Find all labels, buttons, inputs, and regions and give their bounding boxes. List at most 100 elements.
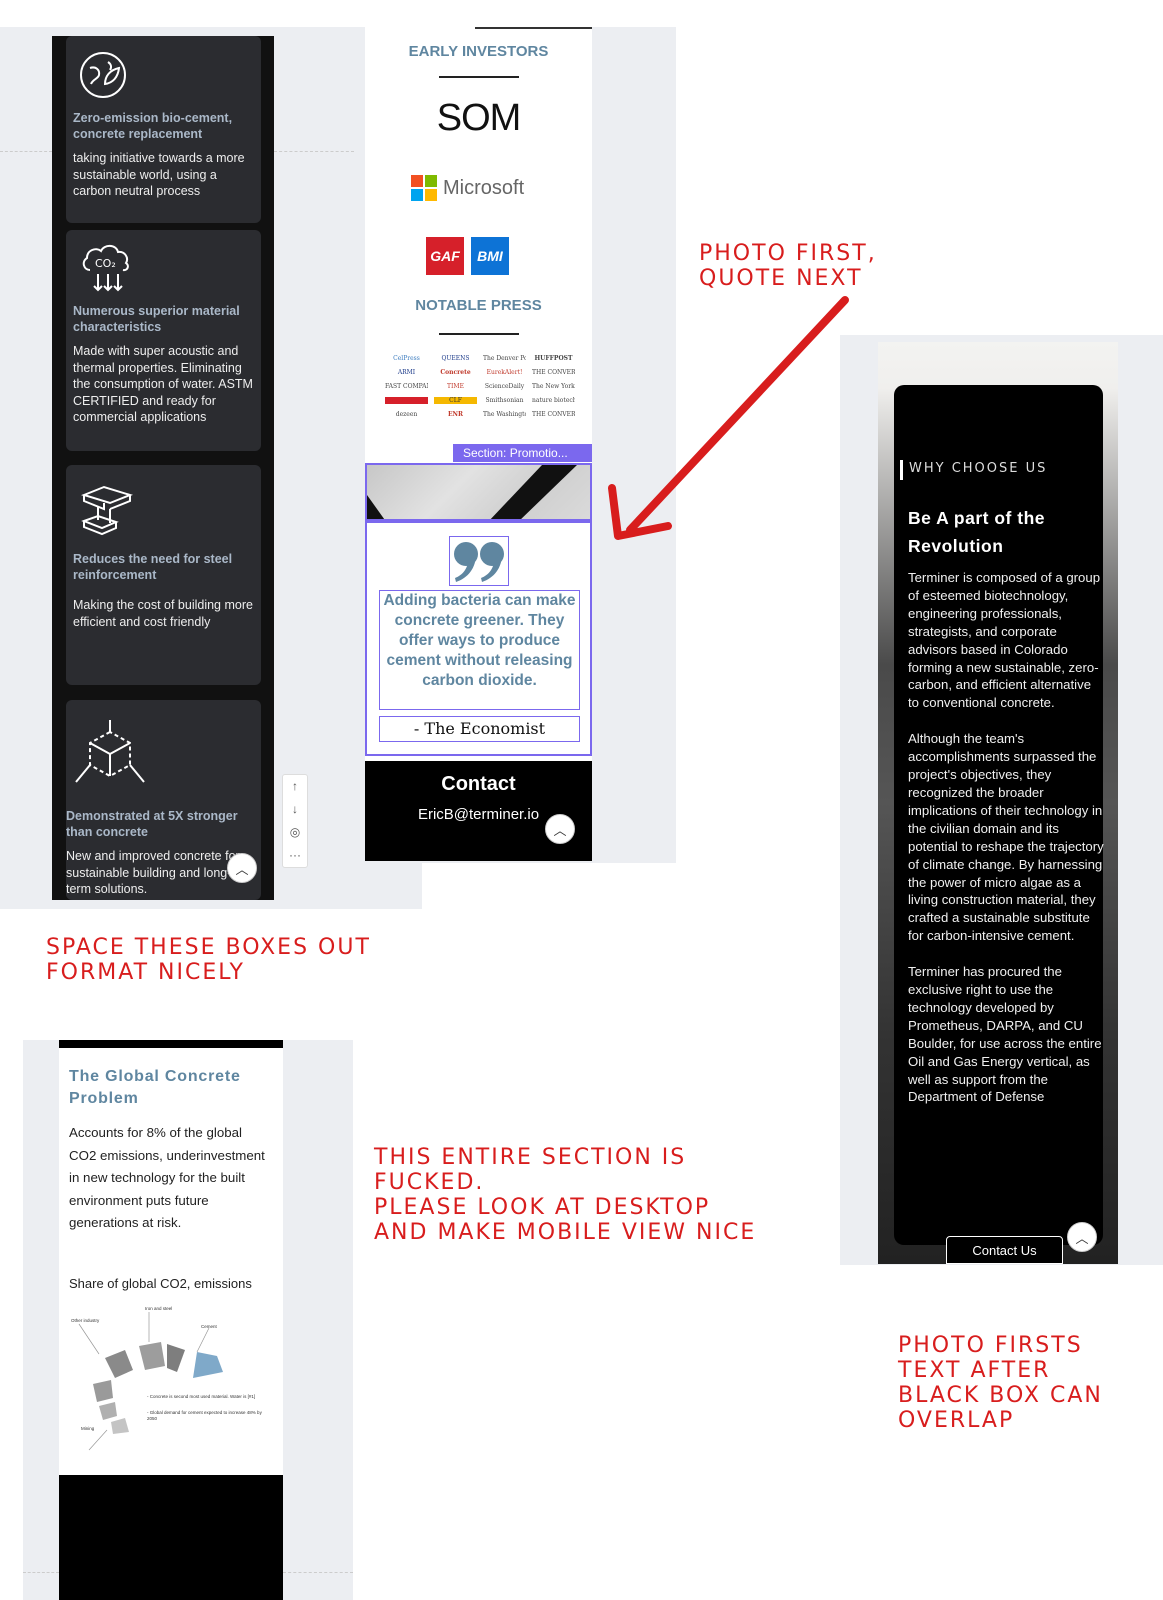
press-logo: ENR (447, 411, 464, 418)
press-logo: nature biotechnology (532, 397, 575, 404)
scroll-to-top-button[interactable]: ︿ (545, 814, 575, 844)
card-body: Made with super acoustic and thermal pro… (73, 344, 253, 424)
eyebrow-label: WHY CHOOSE US (909, 461, 1048, 476)
quote-mark-icon (449, 536, 509, 586)
problem-heading: The Global Concrete Problem (69, 1068, 241, 1107)
mobile-preview-problem: The Global Concrete Problem Accounts for… (59, 1040, 283, 1600)
concrete-photo[interactable] (365, 463, 592, 521)
press-logo: THE CONVERSATION (532, 369, 575, 376)
microsoft-logo: Microsoft (411, 175, 561, 201)
chart-label: Iron and steel (145, 1306, 173, 1311)
more-icon[interactable]: ··· (289, 844, 301, 867)
press-logo-grid: CelPress QUEENS The Denver Post HUFFPOST… (385, 355, 575, 418)
microsoft-icon (411, 175, 437, 201)
press-logo: dezeen (395, 411, 418, 418)
card-title: Numerous superior material characteristi… (73, 304, 240, 334)
microsoft-wordmark: Microsoft (443, 176, 525, 199)
bmi-logo: BMI (471, 237, 509, 275)
chart-caption: Share of global CO2, emissions (69, 1276, 252, 1291)
element-toolbar: ↑ ↓ ◎ ··· (282, 774, 308, 868)
problem-body: Accounts for 8% of the global CO2 emissi… (69, 1125, 265, 1230)
card-title: Reduces the need for steel reinforcement (73, 552, 233, 582)
annotation-photo-first-quote: PHOTO FIRST, QUOTE NEXT (699, 241, 877, 291)
chevron-up-icon: ︿ (553, 822, 567, 838)
cube-icon (74, 718, 146, 789)
chart-label: Cement (201, 1324, 217, 1329)
move-up-icon[interactable]: ↑ (292, 775, 298, 798)
press-logo: ARMI (397, 369, 416, 376)
annotation-space-boxes: SPACE THESE BOXES OUT FORMAT NICELY (46, 935, 371, 985)
feature-card[interactable]: Zero-emission bio-cement, concrete repla… (66, 36, 261, 223)
press-logo: THE CONVERSATION (532, 411, 575, 418)
svg-text:CO₂: CO₂ (95, 257, 116, 270)
press-logo: ScienceDaily (484, 383, 525, 390)
guide-line (0, 151, 52, 152)
accent-bar (900, 460, 903, 480)
press-logo: TIME (447, 383, 464, 390)
section-heading: Be A part of the Revolution (908, 508, 1045, 556)
gaf-logo: GAF (426, 237, 464, 275)
press-logo: HUFFPOST (534, 355, 573, 362)
emissions-chart-image: Other industry Iron and steel Cement Min… (59, 1302, 283, 1472)
guide-line (283, 1572, 353, 1573)
body-paragraph: Terminer has procured the exclusive righ… (908, 964, 1102, 1105)
footer-block (59, 1475, 283, 1600)
divider (439, 333, 519, 335)
annotation-photo-firsts: PHOTO FIRSTS TEXT AFTER BLACK BOX CAN OV… (898, 1333, 1103, 1433)
press-logo: The Washington Post (483, 411, 526, 418)
red-arrow-annotation (608, 296, 849, 540)
notable-press-heading: NOTABLE PRESS (415, 297, 542, 314)
press-logo: CelPress (393, 355, 420, 362)
top-bar (59, 1040, 283, 1048)
body-paragraph: Although the team's accomplishments surp… (908, 731, 1104, 944)
press-logo: FAST COMPANY (385, 383, 428, 390)
chevron-up-icon: ︿ (1075, 1230, 1089, 1246)
leaf-globe-icon (78, 50, 128, 105)
quote-text: Adding bacteria can make concrete greene… (379, 590, 580, 710)
hide-icon[interactable]: ◎ (290, 821, 300, 844)
press-logo: Smithsonian (385, 397, 428, 404)
som-logo: SOM (436, 97, 522, 139)
early-investors-heading: EARLY INVESTORS (408, 43, 549, 60)
contact-section: Contact EricB@terminer.io (365, 761, 592, 861)
top-divider (475, 27, 592, 29)
chart-note: - Global demand for cement expected to i… (147, 1410, 262, 1421)
move-down-icon[interactable]: ↓ (292, 798, 298, 821)
feature-card[interactable]: Reduces the need for steel reinforcement… (66, 465, 261, 685)
why-choose-us-card: WHY CHOOSE US Be A part of the Revolutio… (894, 385, 1104, 1245)
card-body: New and improved concrete for sustainabl… (66, 849, 240, 896)
divider (439, 76, 519, 78)
chart-note: - Concrete is second most used material.… (147, 1394, 256, 1399)
section-label-tag[interactable]: Section: Promotio... (453, 444, 592, 462)
guide-line (23, 1572, 59, 1573)
chevron-up-icon: ︿ (235, 861, 249, 877)
contact-heading: Contact (441, 773, 516, 795)
annotation-entire-section: THIS ENTIRE SECTION IS FUCKED. PLEASE LO… (374, 1145, 757, 1245)
feature-card[interactable]: CO₂ Numerous superior material character… (66, 230, 261, 451)
chart-label: Mining (81, 1426, 95, 1431)
co2-cloud-icon: CO₂ (78, 242, 138, 299)
card-body: taking initiative towards a more sustain… (73, 151, 245, 198)
scroll-to-top-button[interactable]: ︿ (227, 853, 257, 883)
body-paragraph: Terminer is composed of a group of estee… (908, 570, 1101, 711)
card-title: Demonstrated at 5X stronger than concret… (66, 809, 238, 839)
concrete-stripes (367, 465, 577, 519)
quote-source: - The Economist (379, 716, 580, 742)
press-logo: Smithsonian (485, 397, 524, 404)
why-body: Terminer is composed of a group of estee… (908, 569, 1104, 1124)
press-logo: CLF (434, 397, 477, 404)
guide-line (274, 151, 354, 152)
press-logo: The New York Times (532, 383, 575, 390)
quote-glyph (454, 542, 504, 582)
press-logo: Concrete (440, 369, 471, 376)
press-logo: EurekAlert! (486, 369, 523, 376)
steel-beam-icon (78, 485, 136, 542)
chart-label: Other industry (71, 1318, 100, 1323)
press-logo: The Denver Post (483, 355, 526, 362)
contact-us-button[interactable]: Contact Us (946, 1236, 1063, 1264)
mobile-preview-features: Zero-emission bio-cement, concrete repla… (52, 36, 274, 900)
scroll-to-top-button[interactable]: ︿ (1067, 1222, 1097, 1252)
press-logo: QUEENS (441, 355, 470, 362)
card-body: Making the cost of building more efficie… (73, 598, 253, 629)
card-title: Zero-emission bio-cement, concrete repla… (73, 111, 233, 141)
